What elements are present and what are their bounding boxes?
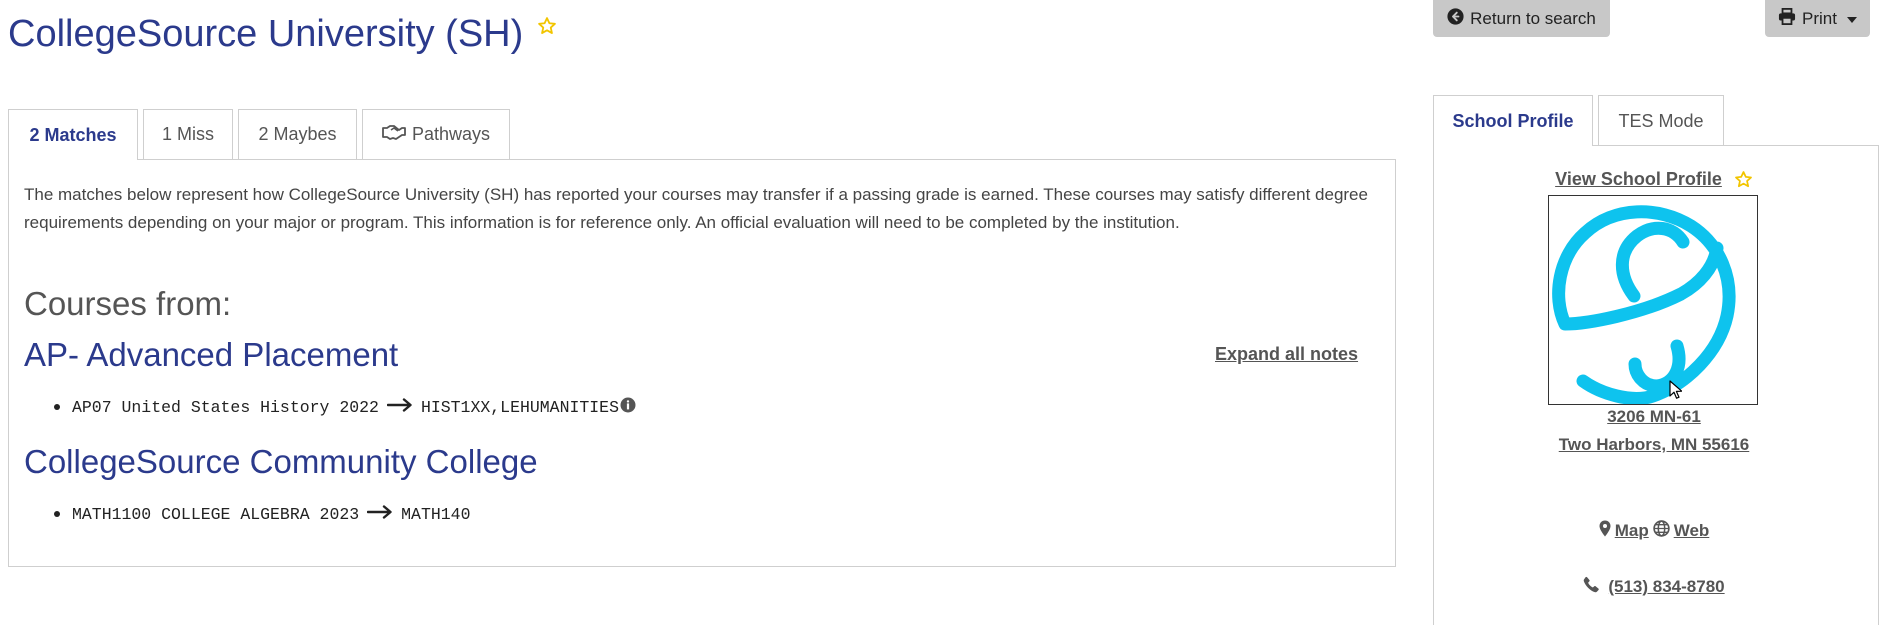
print-label: Print	[1802, 8, 1837, 28]
matches-description: The matches below represent how CollegeS…	[24, 185, 1368, 232]
printer-icon	[1778, 7, 1796, 30]
expand-all-notes-link[interactable]: Expand all notes	[1215, 344, 1358, 365]
chevron-down-icon	[1846, 16, 1857, 23]
address-line-2[interactable]: Two Harbors, MN 55616	[1434, 435, 1874, 455]
arrow-right-icon	[366, 504, 393, 524]
tab-tes-mode-label: TES Mode	[1618, 110, 1704, 131]
map-marker-icon	[1599, 520, 1611, 542]
tab-maybes-label: 2 Maybes	[258, 124, 337, 144]
target-course: MATH140	[401, 504, 471, 524]
tab-pathways-label: Pathways	[411, 124, 491, 144]
matches-panel: The matches below represent how CollegeS…	[8, 159, 1396, 567]
results-tabs: 2 Matches 1 Miss 2 Maybes Pathways	[8, 109, 515, 160]
tab-matches-label: 2 Matches	[29, 124, 117, 145]
location-links: Map Web	[1434, 520, 1874, 542]
mouse-cursor-icon	[1669, 380, 1683, 405]
school-logo	[1548, 195, 1758, 405]
map-link[interactable]: Map	[1599, 520, 1649, 542]
arrow-circle-left-icon	[1447, 7, 1464, 30]
print-button[interactable]: Print	[1765, 0, 1870, 37]
page-title: CollegeSource University (SH)	[8, 10, 557, 58]
view-school-profile-link[interactable]: View School Profile	[1555, 169, 1722, 190]
address-line-1[interactable]: 3206 MN-61	[1434, 407, 1874, 427]
map-label: Map	[1614, 521, 1649, 540]
course-item: AP07 United States History 2022 HIST1XX,…	[54, 393, 636, 421]
view-profile-row: View School Profile	[1434, 169, 1874, 190]
institution-heading-ap: AP- Advanced Placement	[24, 336, 399, 373]
tab-matches[interactable]: 2 Matches	[8, 109, 138, 160]
courses-from-heading: Courses from:	[24, 285, 232, 322]
favorite-star-icon[interactable]	[537, 16, 557, 36]
bullet	[54, 404, 60, 410]
globe-icon	[1652, 520, 1670, 542]
tab-miss[interactable]: 1 Miss	[143, 109, 233, 159]
phone-number: (513) 834-8780	[1608, 577, 1725, 596]
tab-school-profile[interactable]: School Profile	[1433, 95, 1593, 146]
sidebar-tabs: School Profile TES Mode	[1433, 95, 1729, 146]
tab-pathways[interactable]: Pathways	[362, 109, 510, 159]
course-item: MATH1100 COLLEGE ALGEBRA 2023 MATH140	[54, 500, 470, 528]
phone-icon	[1583, 576, 1600, 598]
web-label: Web	[1673, 521, 1710, 540]
source-course: AP07 United States History 2022	[72, 397, 379, 417]
tab-maybes[interactable]: 2 Maybes	[238, 109, 357, 159]
return-to-search-label: Return to search	[1470, 8, 1596, 28]
tab-miss-label: 1 Miss	[161, 124, 214, 144]
favorite-star-icon[interactable]	[1734, 170, 1753, 189]
arrow-right-icon	[386, 397, 413, 417]
tab-tes-mode[interactable]: TES Mode	[1598, 95, 1724, 146]
school-profile-panel: View School Profile 3206 MN-61 Two Harbo…	[1433, 145, 1879, 625]
handshake-icon	[382, 124, 406, 145]
institution-heading-community-college: CollegeSource Community College	[24, 443, 538, 480]
tab-school-profile-label: School Profile	[1452, 110, 1574, 131]
return-to-search-button[interactable]: Return to search	[1433, 0, 1610, 37]
target-course: HIST1XX,LEHUMANITIES	[420, 397, 619, 417]
web-link[interactable]: Web	[1652, 520, 1710, 542]
course-list-ap: AP07 United States History 2022 HIST1XX,…	[54, 393, 636, 421]
info-icon[interactable]	[620, 397, 636, 418]
bullet	[54, 511, 60, 517]
course-list-community-college: MATH1100 COLLEGE ALGEBRA 2023 MATH140	[54, 500, 470, 528]
source-course: MATH1100 COLLEGE ALGEBRA 2023	[72, 504, 360, 524]
phone-link[interactable]: (513) 834-8780	[1434, 576, 1874, 598]
page-title-text: CollegeSource University (SH)	[8, 13, 524, 55]
